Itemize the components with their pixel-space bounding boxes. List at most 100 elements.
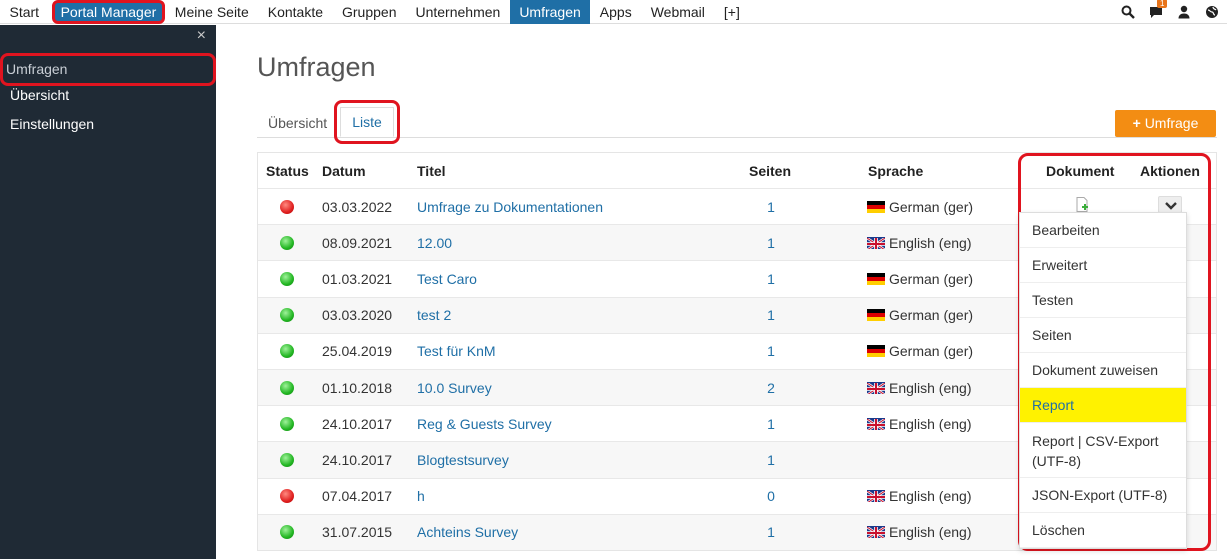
flag-uk-icon xyxy=(867,490,885,503)
add-document-icon[interactable] xyxy=(1076,197,1089,212)
header-status: Status xyxy=(266,162,309,179)
pages-link[interactable]: 1 xyxy=(766,442,776,477)
title-link[interactable]: Reg & Guests Survey xyxy=(417,406,552,441)
sidebar-title[interactable]: Umfragen xyxy=(0,53,216,86)
nav-apps[interactable]: Apps xyxy=(590,0,641,24)
date-cell: 07.04.2017 xyxy=(322,488,393,505)
nav-webmail[interactable]: Webmail xyxy=(641,0,714,24)
status-indicator-icon xyxy=(280,416,294,431)
notification-badge: 1 xyxy=(1157,0,1168,8)
status-indicator-icon xyxy=(280,344,294,359)
language-label: German (ger) xyxy=(889,307,974,324)
date-cell: 24.10.2017 xyxy=(322,451,393,468)
status-cell xyxy=(280,515,294,550)
nav-unternehmen[interactable]: Unternehmen xyxy=(406,0,510,24)
status-indicator-icon xyxy=(280,235,294,250)
title-link[interactable]: Test für KnM xyxy=(417,334,496,369)
tab-liste[interactable]: Liste xyxy=(340,107,394,137)
status-indicator-icon xyxy=(280,452,294,467)
title-link[interactable]: h xyxy=(417,479,425,514)
status-cell xyxy=(280,442,294,477)
dropdown-item-testen[interactable]: Testen xyxy=(1020,283,1186,318)
pages-link[interactable]: 1 xyxy=(766,189,776,224)
title-link[interactable]: Test Caro xyxy=(417,261,477,296)
title-link[interactable]: Achteins Survey xyxy=(417,515,518,550)
nav-umfragen[interactable]: Umfragen xyxy=(509,0,591,24)
language-cell: German (ger) xyxy=(867,334,973,369)
pages-link[interactable]: 1 xyxy=(766,406,776,441)
language-label: English (eng) xyxy=(889,234,972,251)
status-cell xyxy=(280,370,294,405)
language-label: English (eng) xyxy=(889,415,972,432)
flag-uk-icon xyxy=(867,381,885,394)
header-date: Datum xyxy=(322,162,366,179)
title-link[interactable]: Blogtestsurvey xyxy=(417,442,509,477)
header-title: Titel xyxy=(417,162,446,179)
title-link[interactable]: Umfrage zu Dokumentationen xyxy=(417,189,603,224)
dropdown-item-seiten[interactable]: Seiten xyxy=(1020,318,1186,353)
plus-icon: + xyxy=(1132,115,1141,131)
status-cell xyxy=(280,479,294,514)
dropdown-item-report-csv-export-utf-8[interactable]: Report | CSV-Export (UTF-8) xyxy=(1020,423,1186,478)
dropdown-item-dokument-zuweisen[interactable]: Dokument zuweisen xyxy=(1020,353,1186,388)
add-survey-button[interactable]: + Umfrage xyxy=(1115,110,1216,137)
language-label: German (ger) xyxy=(889,198,974,215)
chat-icon[interactable]: 1 xyxy=(1149,0,1168,19)
sidebar-item-einstellungen[interactable]: Einstellungen xyxy=(10,116,94,132)
date-cell: 03.03.2020 xyxy=(322,307,393,324)
flag-de-icon xyxy=(867,200,885,213)
status-cell xyxy=(280,225,294,260)
nav-add[interactable]: [+] xyxy=(714,0,749,24)
language-cell: German (ger) xyxy=(867,298,973,333)
nav-right-icons: 1 xyxy=(1121,0,1219,24)
pages-link[interactable]: 1 xyxy=(766,225,776,260)
date-cell: 25.04.2019 xyxy=(322,343,393,360)
tab-uebersicht[interactable]: Übersicht xyxy=(268,108,327,138)
status-indicator-icon xyxy=(280,380,294,395)
pages-link[interactable]: 2 xyxy=(766,370,776,405)
language-cell: English (eng) xyxy=(867,225,972,260)
tab-liste-highlight: Liste xyxy=(334,100,400,144)
language-label: English (eng) xyxy=(889,488,972,505)
nav-portal-manager[interactable]: Portal Manager xyxy=(51,0,166,24)
search-icon[interactable] xyxy=(1121,5,1135,19)
user-icon[interactable] xyxy=(1177,5,1191,19)
pages-link[interactable]: 1 xyxy=(766,261,776,296)
sidebar-item-uebersicht[interactable]: Übersicht xyxy=(10,87,69,103)
flag-uk-icon xyxy=(867,417,885,430)
globe-icon[interactable] xyxy=(1205,5,1219,19)
title-link[interactable]: 12.00 xyxy=(417,225,452,260)
close-icon[interactable]: × xyxy=(197,27,206,45)
dropdown-item-json-export-utf-8[interactable]: JSON-Export (UTF-8) xyxy=(1020,478,1186,513)
sidebar: × Umfragen Übersicht Einstellungen xyxy=(0,25,216,559)
tab-bar: Übersicht Liste xyxy=(257,100,1217,144)
status-indicator-icon xyxy=(280,525,294,540)
title-link[interactable]: 10.0 Survey xyxy=(417,370,492,405)
nav-kontakte[interactable]: Kontakte xyxy=(258,0,332,24)
header-pages: Seiten xyxy=(749,162,792,179)
dropdown-item-löschen[interactable]: Löschen xyxy=(1020,513,1186,548)
date-cell: 03.03.2022 xyxy=(322,198,393,215)
language-label: German (ger) xyxy=(889,343,974,360)
language-label: English (eng) xyxy=(889,524,972,541)
language-label: English (eng) xyxy=(889,379,972,396)
status-cell xyxy=(280,334,294,369)
flag-uk-icon xyxy=(867,526,885,539)
language-cell: English (eng) xyxy=(867,479,972,514)
nav-gruppen[interactable]: Gruppen xyxy=(333,0,406,24)
date-cell: 08.09.2021 xyxy=(322,234,393,251)
dropdown-item-report[interactable]: Report xyxy=(1020,388,1186,423)
pages-link[interactable]: 1 xyxy=(766,334,776,369)
nav-start[interactable]: Start xyxy=(0,0,49,24)
pages-link[interactable]: 1 xyxy=(766,515,776,550)
actions-dropdown-toggle[interactable] xyxy=(1158,196,1182,213)
dropdown-item-erweitert[interactable]: Erweitert xyxy=(1020,248,1186,283)
pages-link[interactable]: 1 xyxy=(766,298,776,333)
dropdown-item-bearbeiten[interactable]: Bearbeiten xyxy=(1020,213,1186,248)
title-link[interactable]: test 2 xyxy=(417,298,451,333)
pages-link[interactable]: 0 xyxy=(766,479,776,514)
status-indicator-icon xyxy=(280,271,294,286)
status-indicator-icon xyxy=(280,199,294,214)
nav-meine-seite[interactable]: Meine Seite xyxy=(165,0,258,24)
language-cell: English (eng) xyxy=(867,515,972,550)
